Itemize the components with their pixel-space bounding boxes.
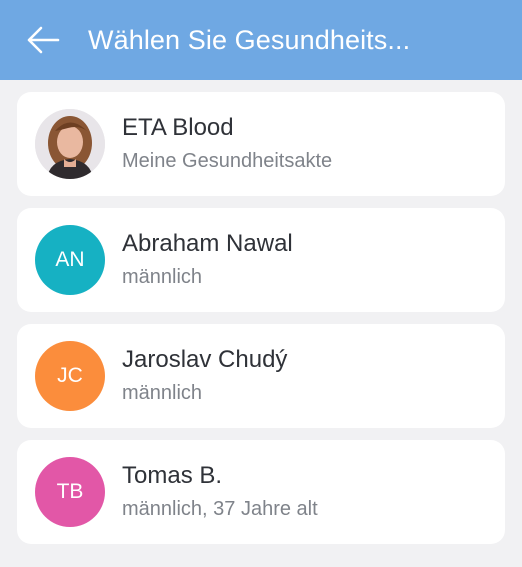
record-name: Jaroslav Chudý: [122, 346, 288, 373]
arrow-left-icon: [27, 26, 60, 54]
record-name: ETA Blood: [122, 114, 234, 141]
record-subtitle: männlich, 37 Jahre alt: [122, 498, 318, 520]
record-subtitle: Meine Gesundheitsakte: [122, 150, 333, 172]
record-name: Tomas B.: [122, 462, 223, 489]
record-card-jaroslav-chudy[interactable]: JC Jaroslav Chudý männlich: [17, 324, 505, 428]
avatar: JC: [35, 341, 105, 411]
record-subtitle: männlich: [122, 266, 203, 288]
avatar-initials: AN: [55, 248, 85, 271]
record-card-tomas-b[interactable]: TB Tomas B. männlich, 37 Jahre alt: [17, 440, 505, 544]
app-bar: Wählen Sie Gesundheits...: [0, 0, 522, 80]
avatar-initials: TB: [56, 480, 84, 503]
record-name: Abraham Nawal: [122, 230, 293, 257]
avatar: AN: [35, 225, 105, 295]
avatar-initials: JC: [57, 364, 83, 387]
avatar: [35, 109, 105, 179]
back-button[interactable]: [26, 23, 60, 57]
page-title: Wählen Sie Gesundheits...: [88, 24, 411, 55]
health-record-list: ETA Blood Meine Gesundheitsakte AN Abrah…: [0, 80, 522, 544]
record-subtitle: männlich: [122, 382, 203, 404]
profile-photo-icon: [35, 109, 105, 179]
avatar: TB: [35, 457, 105, 527]
record-card-abraham-nawal[interactable]: AN Abraham Nawal männlich: [17, 208, 505, 312]
record-card-eta-blood[interactable]: ETA Blood Meine Gesundheitsakte: [17, 92, 505, 196]
